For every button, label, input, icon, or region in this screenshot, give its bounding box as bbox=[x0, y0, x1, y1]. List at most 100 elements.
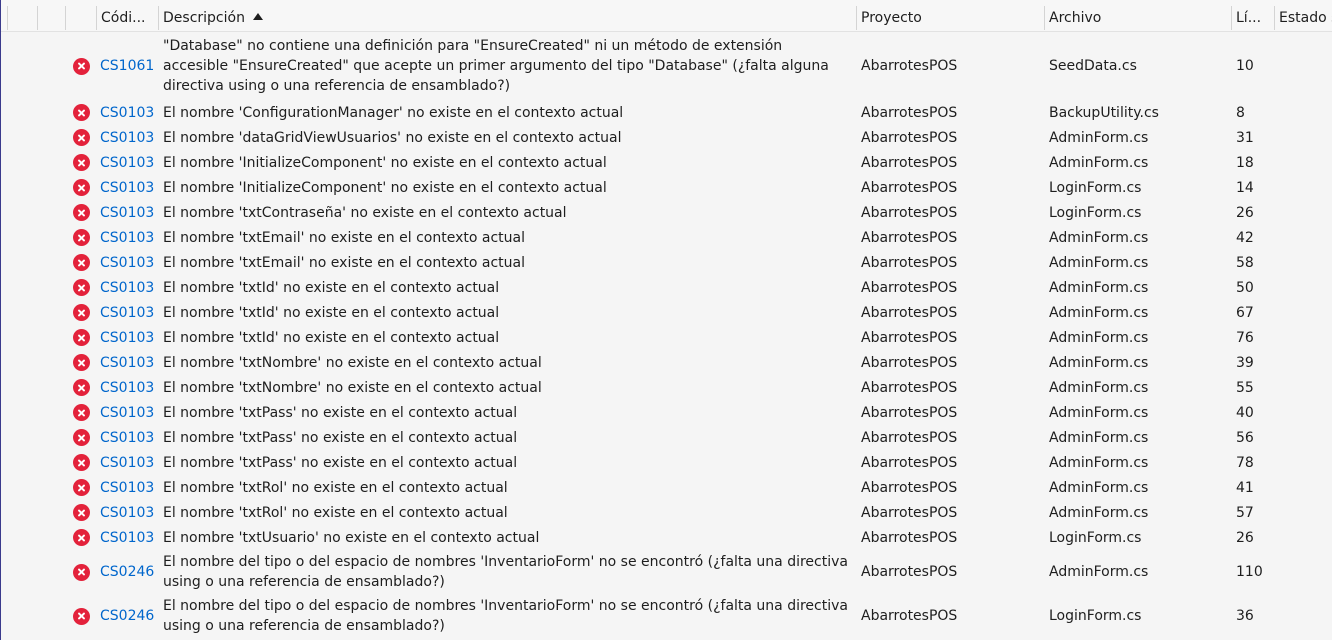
table-row[interactable]: CS0103 El nombre 'txtPass' no existe en e… bbox=[1, 400, 1332, 425]
error-line-text: 56 bbox=[1236, 429, 1254, 446]
error-file: SeedData.cs bbox=[1049, 32, 1229, 100]
error-code-link[interactable]: CS0103 bbox=[100, 178, 154, 198]
column-header-state[interactable]: Estado s bbox=[1274, 6, 1332, 30]
error-description: El nombre 'txtRol' no existe en el conte… bbox=[163, 475, 851, 500]
error-line-text: 42 bbox=[1236, 229, 1254, 246]
error-icon bbox=[72, 379, 90, 396]
error-file-text: LoginForm.cs bbox=[1049, 608, 1142, 624]
table-row[interactable]: CS0103 El nombre 'txtUsuario' no existe e… bbox=[1, 525, 1332, 550]
error-code-link[interactable]: CS0103 bbox=[100, 128, 154, 148]
error-code-link[interactable]: CS0103 bbox=[100, 228, 154, 248]
error-line: 41 bbox=[1236, 475, 1276, 500]
table-row[interactable]: CS0103 El nombre 'InitializeComponent' no… bbox=[1, 150, 1332, 175]
table-row[interactable]: CS0103 El nombre 'txtPass' no existe en e… bbox=[1, 450, 1332, 475]
table-row[interactable]: CS0103 El nombre 'ConfigurationManager' n… bbox=[1, 100, 1332, 125]
error-code-link[interactable]: CS0103 bbox=[100, 153, 154, 173]
error-code-cell: CS0103 bbox=[100, 525, 157, 550]
table-row[interactable]: CS0103 El nombre 'dataGridViewUsuarios' n… bbox=[1, 125, 1332, 150]
column-header-description[interactable]: Descripción bbox=[158, 6, 856, 30]
error-description-text: El nombre 'txtPass' no existe en el cont… bbox=[163, 454, 518, 471]
error-project: AbarrotesPOS bbox=[861, 425, 1041, 450]
error-code-link[interactable]: CS0103 bbox=[100, 328, 154, 348]
error-icon-cell bbox=[71, 175, 91, 200]
error-code-link[interactable]: CS0246 bbox=[100, 606, 154, 626]
error-code-cell: CS0103 bbox=[100, 175, 157, 200]
column-header-blank-2[interactable] bbox=[37, 6, 65, 30]
table-row[interactable]: CS0103 El nombre 'txtEmail' no existe en … bbox=[1, 250, 1332, 275]
table-row[interactable]: CS1061 "Database" no contiene una definic… bbox=[1, 32, 1332, 100]
error-code-link[interactable]: CS0103 bbox=[100, 303, 154, 323]
column-header-file[interactable]: Archivo bbox=[1044, 6, 1231, 30]
table-row[interactable]: CS0103 El nombre 'txtId' no existe en el … bbox=[1, 325, 1332, 350]
error-line-text: 41 bbox=[1236, 479, 1254, 496]
error-code-link[interactable]: CS0103 bbox=[100, 253, 154, 273]
error-description-text: El nombre del tipo o del espacio de nomb… bbox=[163, 554, 848, 590]
error-file: AdminForm.cs bbox=[1049, 350, 1229, 375]
error-code-cell: CS0103 bbox=[100, 400, 157, 425]
column-header-line[interactable]: Lí... bbox=[1231, 6, 1274, 30]
error-project-text: AbarrotesPOS bbox=[861, 354, 958, 371]
error-code-link[interactable]: CS0103 bbox=[100, 478, 154, 498]
error-description: "Database" no contiene una definición pa… bbox=[163, 32, 851, 100]
error-code-link[interactable]: CS0103 bbox=[100, 353, 154, 373]
error-line-text: 40 bbox=[1236, 404, 1254, 421]
error-project-text: AbarrotesPOS bbox=[861, 404, 958, 421]
table-row[interactable]: CS0103 El nombre 'txtNombre' no existe en… bbox=[1, 350, 1332, 375]
error-project: AbarrotesPOS bbox=[861, 325, 1041, 350]
table-row[interactable]: CS0103 El nombre 'txtPass' no existe en e… bbox=[1, 425, 1332, 450]
error-icon bbox=[72, 529, 90, 546]
error-file-text: AdminForm.cs bbox=[1049, 254, 1149, 271]
error-line-text: 26 bbox=[1236, 529, 1254, 546]
error-project: AbarrotesPOS bbox=[861, 300, 1041, 325]
error-line: 56 bbox=[1236, 425, 1276, 450]
error-project: AbarrotesPOS bbox=[861, 400, 1041, 425]
error-project: AbarrotesPOS bbox=[861, 594, 1041, 638]
error-icon-cell bbox=[71, 550, 91, 594]
error-project-text: AbarrotesPOS bbox=[861, 304, 958, 321]
error-file: LoginForm.cs bbox=[1049, 525, 1229, 550]
error-code-link[interactable]: CS0103 bbox=[100, 203, 154, 223]
error-project: AbarrotesPOS bbox=[861, 175, 1041, 200]
error-code-link[interactable]: CS0246 bbox=[100, 562, 154, 582]
error-line: 58 bbox=[1236, 250, 1276, 275]
error-code-link[interactable]: CS0103 bbox=[100, 528, 154, 548]
table-row[interactable]: CS0103 El nombre 'txtId' no existe en el … bbox=[1, 300, 1332, 325]
table-row[interactable]: CS0103 El nombre 'txtId' no existe en el … bbox=[1, 275, 1332, 300]
error-code-link[interactable]: CS1061 bbox=[100, 56, 154, 76]
table-row[interactable]: CS0103 El nombre 'txtNombre' no existe en… bbox=[1, 375, 1332, 400]
error-code-link[interactable]: CS0103 bbox=[100, 378, 154, 398]
error-description: El nombre 'txtPass' no existe en el cont… bbox=[163, 425, 851, 450]
table-row[interactable]: CS0103 El nombre 'txtRol' no existe en el… bbox=[1, 475, 1332, 500]
error-description-text: El nombre 'InitializeComponent' no exist… bbox=[163, 154, 607, 171]
error-line: 26 bbox=[1236, 200, 1276, 225]
error-code-link[interactable]: CS0103 bbox=[100, 428, 154, 448]
table-row[interactable]: CS0246 El nombre del tipo o del espacio d… bbox=[1, 594, 1332, 638]
error-file: AdminForm.cs bbox=[1049, 275, 1229, 300]
error-code-link[interactable]: CS0103 bbox=[100, 278, 154, 298]
error-code-link[interactable]: CS0103 bbox=[100, 103, 154, 123]
table-row[interactable]: CS0103 El nombre 'txtRol' no existe en el… bbox=[1, 500, 1332, 525]
error-code-link[interactable]: CS0103 bbox=[100, 503, 154, 523]
error-code-link[interactable]: CS0103 bbox=[100, 403, 154, 423]
error-icon bbox=[72, 329, 90, 346]
error-project-text: AbarrotesPOS bbox=[861, 479, 958, 496]
table-row[interactable]: CS0103 El nombre 'InitializeComponent' no… bbox=[1, 175, 1332, 200]
table-row[interactable]: CS0246 El nombre del tipo o del espacio d… bbox=[1, 550, 1332, 594]
error-description: El nombre 'ConfigurationManager' no exis… bbox=[163, 100, 851, 125]
error-file-text: AdminForm.cs bbox=[1049, 354, 1149, 371]
error-icon-cell bbox=[71, 475, 91, 500]
error-project-text: AbarrotesPOS bbox=[861, 608, 958, 624]
error-icon-cell bbox=[71, 300, 91, 325]
table-row[interactable]: CS0103 El nombre 'txtEmail' no existe en … bbox=[1, 225, 1332, 250]
error-line-text: 78 bbox=[1236, 454, 1254, 471]
error-icon-cell bbox=[71, 150, 91, 175]
error-code-cell: CS0103 bbox=[100, 325, 157, 350]
table-row[interactable]: CS0103 El nombre 'txtContraseña' no exist… bbox=[1, 200, 1332, 225]
column-header-project[interactable]: Proyecto bbox=[856, 6, 1044, 30]
error-description: El nombre del tipo o del espacio de nomb… bbox=[163, 550, 851, 594]
column-header-severity[interactable] bbox=[65, 6, 96, 30]
column-header-code[interactable]: Códi... bbox=[96, 6, 157, 30]
error-icon-cell bbox=[71, 125, 91, 150]
column-header-blank-1[interactable] bbox=[7, 6, 37, 30]
error-code-link[interactable]: CS0103 bbox=[100, 453, 154, 473]
